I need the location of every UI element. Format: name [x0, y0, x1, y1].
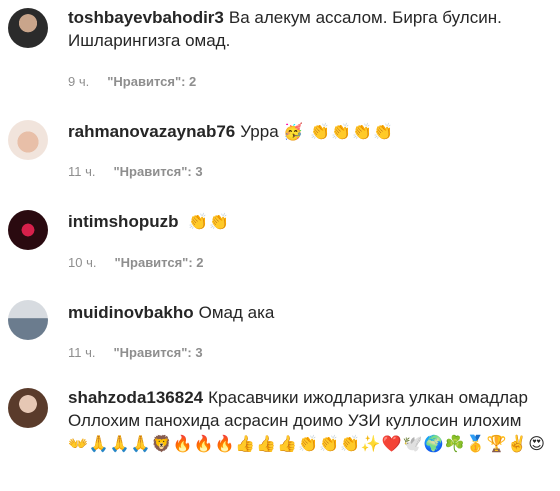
comment-emoji: 👐🙏🙏🙏🦁🔥🔥🔥👍👍👍👏👏👏✨❤️🕊️🌍☘️🥇🏆✌️😍 — [68, 434, 546, 453]
comment-likes[interactable]: "Нравится": 2 — [107, 74, 196, 89]
comment-likes[interactable]: "Нравится": 3 — [114, 164, 203, 179]
avatar[interactable] — [8, 210, 48, 250]
avatar[interactable] — [8, 388, 48, 428]
comment-emoji: 🥳 👏👏👏👏 — [283, 122, 395, 141]
avatar[interactable] — [8, 8, 48, 48]
avatar[interactable] — [8, 300, 48, 340]
comment-likes[interactable]: "Нравится": 2 — [114, 255, 203, 270]
comment-time[interactable]: 11 ч. — [68, 345, 96, 360]
comment-username[interactable]: intimshopuzb — [68, 212, 178, 231]
comment-time[interactable]: 9 ч. — [68, 74, 89, 89]
avatar[interactable] — [8, 120, 48, 160]
comment-text: Урра — [240, 122, 279, 141]
comment-username[interactable]: muidinovbakho — [68, 303, 194, 322]
comment-emoji: 👏👏 — [188, 212, 231, 231]
comment-username[interactable]: rahmanovazaynab76 — [68, 122, 235, 141]
comment-time[interactable]: 10 ч. — [68, 255, 96, 270]
comment-username[interactable]: toshbayevbahodir3 — [68, 8, 224, 27]
comment-likes[interactable]: "Нравится": 3 — [114, 345, 203, 360]
comment-username[interactable]: shahzoda136824 — [68, 388, 203, 407]
comment-text: Омад ака — [198, 303, 275, 322]
comment-time[interactable]: 11 ч. — [68, 164, 96, 179]
comments-list: toshbayevbahodir3 Ва алекум ассалом. Бирг… — [0, 0, 560, 491]
